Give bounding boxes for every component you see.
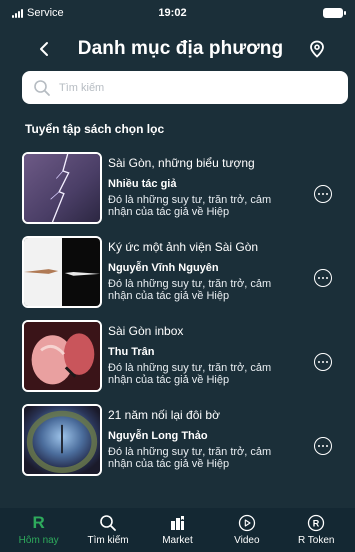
tab-r-token[interactable]: R R Token [283,508,349,546]
book-item[interactable]: Sài Gòn inbox Thu Trân Đó là những suy t… [22,320,348,404]
book-description: Đó là những suy tư, trăn trở, cảm nhận c… [108,278,272,302]
tab-video[interactable]: Video [214,508,280,546]
token-icon: R [308,514,325,531]
book-author: Nhiều tác giả [108,178,177,190]
tab-label: Hôm nay [18,535,59,546]
book-list: Sài Gòn, những biểu tượng Nhiều tác giả … [22,152,348,488]
play-icon [238,514,256,531]
svg-text:R: R [313,518,320,528]
page-title: Danh mục địa phương [77,38,284,59]
book-description: Đó là những suy tư, trăn trở, cảm nhận c… [108,194,272,218]
search-bar[interactable] [22,71,348,104]
header: Danh mục địa phương [0,32,355,66]
search-icon [100,514,116,531]
battery-icon [323,8,346,18]
book-description: Đó là những suy tư, trăn trở, cảm nhận c… [108,362,272,386]
book-title: 21 năm nối lại đôi bờ [108,408,220,422]
bottom-tab-bar: R Hôm nay Tìm kiếm Market Video R R Toke… [0,508,355,552]
r-logo-icon: R [32,512,45,532]
book-item[interactable]: 21 năm nối lại đôi bờ Nguyễn Long Thảo Đ… [22,404,348,488]
tab-label: Market [162,535,193,546]
market-icon [171,515,185,530]
book-title: Ký ức một ảnh viện Sài Gòn [108,240,259,254]
chevron-left-icon [40,42,48,56]
status-bar: Service 19:02 [0,0,355,26]
more-options-button[interactable] [314,185,332,203]
status-left: Service [12,7,132,19]
book-author: Thu Trân [108,346,155,358]
book-title: Sài Gòn, những biểu tượng [108,156,255,170]
book-cover-flamingo [22,320,102,392]
tab-label: R Token [297,535,335,546]
signal-icon [12,8,23,18]
book-item[interactable]: Sài Gòn, những biểu tượng Nhiều tác giả … [22,152,348,236]
book-description: Đó là những suy tư, trăn trở, cảm nhận c… [108,446,272,470]
book-author: Nguyễn Vĩnh Nguyên [108,262,219,274]
more-options-button[interactable] [314,353,332,371]
section-title: Tuyển tập sách chọn lọc [25,122,165,136]
book-title: Sài Gòn inbox [108,324,184,338]
tab-label: Tìm kiếm [87,535,129,546]
book-cover-hands [22,236,102,308]
location-pin-icon [310,40,324,58]
book-cover-planet [22,404,102,476]
status-time: 19:02 [158,7,187,19]
search-input[interactable] [59,81,319,94]
more-options-button[interactable] [314,437,332,455]
book-author: Nguyễn Long Thảo [108,430,208,442]
more-options-button[interactable] [314,269,332,287]
location-button[interactable] [307,35,327,63]
book-item[interactable]: Ký ức một ảnh viện Sài Gòn Nguyễn Vĩnh N… [22,236,348,320]
carrier-label: Service [27,7,64,19]
tab-home[interactable]: R Hôm nay [6,508,72,547]
tab-label: Video [234,535,260,546]
back-button[interactable] [34,35,54,63]
tab-market[interactable]: Market [144,508,210,546]
tab-search[interactable]: Tìm kiếm [75,508,141,546]
book-cover-lightning [22,152,102,224]
search-icon [34,79,50,96]
